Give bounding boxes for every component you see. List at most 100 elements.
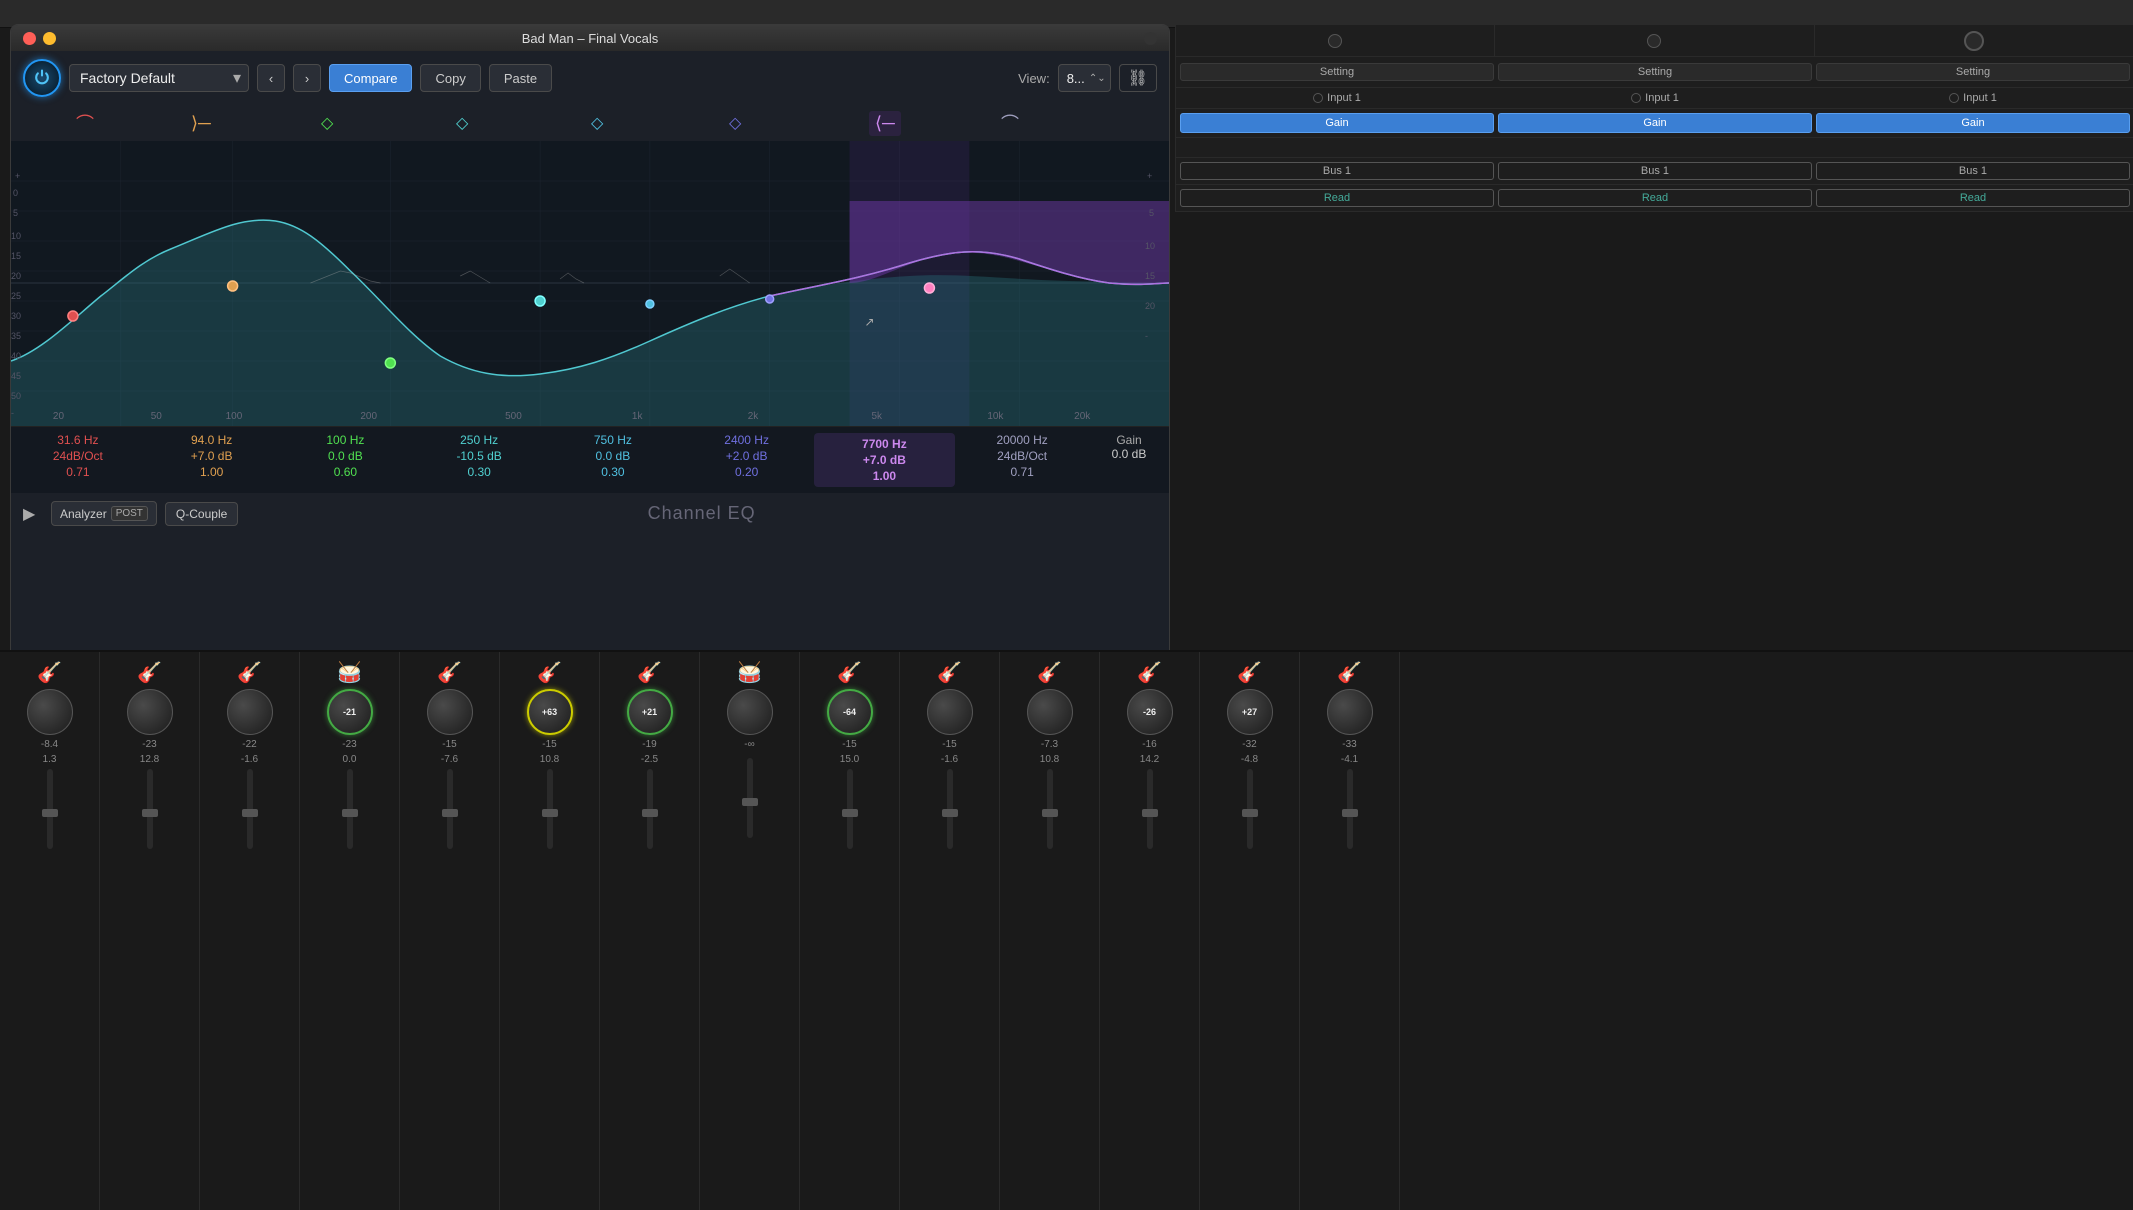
ch3-fader[interactable] xyxy=(247,769,253,849)
band5-icon[interactable]: ◇ xyxy=(591,113,603,133)
ch7-num2: -2.5 xyxy=(641,754,658,765)
band3-params: 100 Hz 0.0 dB 0.60 xyxy=(279,433,413,487)
ch5-knob[interactable] xyxy=(427,689,473,735)
preset-dropdown[interactable]: Factory Default xyxy=(69,64,249,92)
setting-btn-1[interactable]: Setting xyxy=(1180,63,1494,81)
band8-q: 0.71 xyxy=(1010,465,1033,479)
play-button[interactable]: ▶ xyxy=(23,504,43,524)
compare-button[interactable]: Compare xyxy=(329,64,412,92)
svg-text:-: - xyxy=(1145,331,1148,341)
ch13-knob[interactable]: +27 xyxy=(1227,689,1273,735)
read-btn-1[interactable]: Read xyxy=(1180,189,1494,207)
view-select[interactable]: 8... xyxy=(1058,64,1111,92)
band7-icon[interactable]: ⟨─ xyxy=(869,111,901,136)
nav-next-button[interactable]: › xyxy=(293,64,321,92)
ch12-fader[interactable] xyxy=(1147,769,1153,849)
ch2-knob[interactable] xyxy=(127,689,173,735)
analyzer-button[interactable]: Analyzer POST xyxy=(51,501,157,526)
ch11-icon: 🎸 xyxy=(1037,660,1062,685)
svg-text:45: 45 xyxy=(11,371,21,381)
band8-icon[interactable]: ⌒ xyxy=(1001,110,1019,136)
ch13-fader[interactable] xyxy=(1247,769,1253,849)
band3-icon[interactable]: ◇ xyxy=(321,113,333,133)
close-button[interactable] xyxy=(23,32,36,45)
band3-gain: 0.0 dB xyxy=(328,449,363,463)
eq-graph[interactable]: + 0 5 10 15 20 25 30 35 40 45 50 - + 5 1… xyxy=(11,141,1169,426)
meter-circle-2 xyxy=(1647,34,1661,48)
ch6-knob[interactable]: +63 xyxy=(527,689,573,735)
gain-btn-2[interactable]: Gain xyxy=(1498,113,1812,133)
ch4-knob[interactable]: -21 xyxy=(327,689,373,735)
ch12-knob[interactable]: -26 xyxy=(1127,689,1173,735)
power-button[interactable] xyxy=(23,59,61,97)
setting-btn-3[interactable]: Setting xyxy=(1816,63,2130,81)
ch9-num1: -15 xyxy=(842,739,856,750)
band2-icon[interactable]: ⟩─ xyxy=(191,113,211,134)
read-btn-2[interactable]: Read xyxy=(1498,189,1812,207)
ch10-icon: 🎸 xyxy=(937,660,962,685)
ch10-fader[interactable] xyxy=(947,769,953,849)
ch3-num1: -22 xyxy=(242,739,256,750)
gain-btn-1[interactable]: Gain xyxy=(1180,113,1494,133)
band2-gain: +7.0 dB xyxy=(191,449,233,463)
band5-params: 750 Hz 0.0 dB 0.30 xyxy=(546,433,680,487)
ch7-fader[interactable] xyxy=(647,769,653,849)
ch8-fader[interactable] xyxy=(747,758,753,838)
svg-text:20: 20 xyxy=(53,411,65,422)
ch14-num2: -4.1 xyxy=(1341,754,1358,765)
ch10-num1: -15 xyxy=(942,739,956,750)
ch14-num1: -33 xyxy=(1342,739,1356,750)
ch1-num2: 1.3 xyxy=(43,754,57,765)
ch14-fader[interactable] xyxy=(1347,769,1353,849)
svg-text:5: 5 xyxy=(13,208,18,218)
mixer-channel-6: 🎸 +63 -15 10.8 xyxy=(500,652,600,1210)
ch9-fader[interactable] xyxy=(847,769,853,849)
read-row: Read Read Read xyxy=(1176,185,2133,211)
ch1-knob[interactable] xyxy=(27,689,73,735)
bus-btn-3[interactable]: Bus 1 xyxy=(1816,162,2130,180)
link-button[interactable]: ⛓ xyxy=(1119,64,1157,92)
band6-q: 0.20 xyxy=(735,465,758,479)
ch11-fader[interactable] xyxy=(1047,769,1053,849)
bus-btn-1[interactable]: Bus 1 xyxy=(1180,162,1494,180)
band2-freq: 94.0 Hz xyxy=(191,433,232,447)
svg-text:200: 200 xyxy=(360,411,377,422)
nav-prev-button[interactable]: ‹ xyxy=(257,64,285,92)
ch4-fader[interactable] xyxy=(347,769,353,849)
bus-btn-2[interactable]: Bus 1 xyxy=(1498,162,1812,180)
band1-icon[interactable]: ⌒ xyxy=(76,110,94,136)
ch11-num1: -7.3 xyxy=(1041,739,1058,750)
band6-icon[interactable]: ◇ xyxy=(729,113,741,133)
ch9-knob[interactable]: -64 xyxy=(827,689,873,735)
ch8-knob[interactable] xyxy=(727,689,773,735)
ch4-knob-value: -21 xyxy=(343,707,356,717)
paste-button[interactable]: Paste xyxy=(489,64,552,92)
qcouple-button[interactable]: Q-Couple xyxy=(165,502,238,526)
ch10-knob[interactable] xyxy=(927,689,973,735)
preset-selector-wrapper: Factory Default xyxy=(69,64,249,92)
band4-icon[interactable]: ◇ xyxy=(456,113,468,133)
ch6-fader[interactable] xyxy=(547,769,553,849)
mixer-channel-4: 🥁 -21 -23 0.0 xyxy=(300,652,400,1210)
mixer-channel-5: 🎸 -15 -7.6 xyxy=(400,652,500,1210)
ch5-fader[interactable] xyxy=(447,769,453,849)
ch4-num2: 0.0 xyxy=(343,754,357,765)
setting-row: Setting Setting Setting xyxy=(1176,57,2133,88)
ch1-fader[interactable] xyxy=(47,769,53,849)
right-panel: Setting Setting Setting Input 1 Input 1 … xyxy=(1175,24,2133,212)
minimize-button[interactable] xyxy=(43,32,56,45)
ch14-knob[interactable] xyxy=(1327,689,1373,735)
ch3-knob[interactable] xyxy=(227,689,273,735)
ch6-knob-value: +63 xyxy=(542,707,557,717)
zoom-button[interactable] xyxy=(1144,32,1157,45)
gain-btn-3[interactable]: Gain xyxy=(1816,113,2130,133)
ch12-knob-value: -26 xyxy=(1143,707,1156,717)
setting-btn-2[interactable]: Setting xyxy=(1498,63,1812,81)
ch11-knob[interactable] xyxy=(1027,689,1073,735)
ch7-knob[interactable]: +21 xyxy=(627,689,673,735)
ch8-num1: -∞ xyxy=(744,739,754,750)
copy-button[interactable]: Copy xyxy=(420,64,480,92)
read-btn-3[interactable]: Read xyxy=(1816,189,2130,207)
ch2-fader[interactable] xyxy=(147,769,153,849)
gain-label: Gain xyxy=(1089,433,1169,447)
